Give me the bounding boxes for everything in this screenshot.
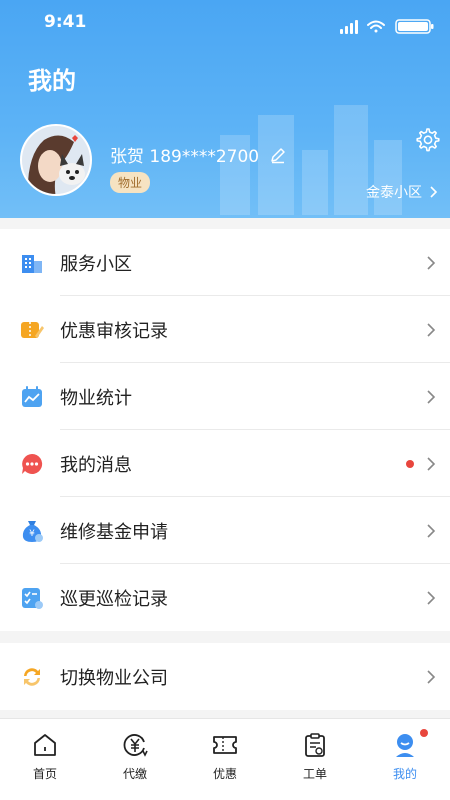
tab-home[interactable]: 首页 xyxy=(0,719,90,800)
tab-discount[interactable]: 优惠 xyxy=(180,719,270,800)
message-icon xyxy=(22,453,43,474)
unread-dot xyxy=(406,460,414,468)
tab-label: 我的 xyxy=(392,767,417,781)
tab-work-order[interactable]: 工单 xyxy=(270,719,360,800)
tab-mine[interactable]: 我的 xyxy=(360,719,450,800)
status-bar: 9:41 xyxy=(0,0,450,44)
menu-item-coupon-review[interactable]: 优惠审核记录 xyxy=(0,296,450,363)
menu-item-repair-fund[interactable]: ¥ 维修基金申请 xyxy=(0,497,450,564)
tab-label: 优惠 xyxy=(212,767,237,781)
switch-arrows-icon xyxy=(24,667,40,686)
menu-item-label: 巡更巡检记录 xyxy=(60,588,168,610)
status-time: 9:41 xyxy=(44,12,87,32)
menu-item-label: 我的消息 xyxy=(60,454,132,476)
tab-label: 工单 xyxy=(302,767,327,781)
notification-badge xyxy=(420,729,428,737)
menu-item-property-stats[interactable]: 物业统计 xyxy=(0,363,450,430)
avatar-image xyxy=(22,126,90,194)
chart-calendar-icon xyxy=(22,385,42,407)
page-title: 我的 xyxy=(28,67,76,95)
menu-item-label: 物业统计 xyxy=(60,387,132,409)
money-bag-icon: ¥ xyxy=(22,520,43,542)
chevron-right-icon xyxy=(427,323,436,337)
ticket-icon xyxy=(213,736,237,754)
settings-gear-icon[interactable] xyxy=(414,126,440,152)
switch-property-company[interactable]: 切换物业公司 xyxy=(0,643,450,710)
chevron-right-icon xyxy=(427,256,436,270)
menu-item-patrol-records[interactable]: 巡更巡检记录 xyxy=(0,564,450,631)
menu-item-service-community[interactable]: 服务小区 xyxy=(0,229,450,296)
chevron-right-icon xyxy=(427,457,436,471)
user-icon xyxy=(396,734,414,757)
switch-company-label: 切换物业公司 xyxy=(60,667,168,689)
tab-label: 代缴 xyxy=(122,767,147,781)
battery-icon xyxy=(395,19,434,34)
signal-icon xyxy=(340,20,358,34)
status-icons xyxy=(340,19,434,34)
role-badge: 物业 xyxy=(110,172,151,193)
menu-item-label: 服务小区 xyxy=(60,253,132,275)
yen-icon xyxy=(123,734,148,757)
menu-list: 服务小区 优惠审核记录 物业统计 我的消息 ¥ 维修基金申请 巡更巡检记录 xyxy=(0,229,450,631)
chevron-right-icon xyxy=(427,390,436,404)
community-name: 金泰小区 xyxy=(366,185,422,201)
profile-header: 9:41 我的 张贺 189****2700 物业 金泰小区 xyxy=(0,0,450,218)
user-name-phone: 张贺 189****2700 xyxy=(110,142,287,167)
menu-item-my-messages[interactable]: 我的消息 xyxy=(0,430,450,497)
checklist-icon xyxy=(22,587,43,609)
wifi-icon xyxy=(367,20,385,33)
chevron-right-icon xyxy=(427,524,436,538)
coupon-icon xyxy=(21,321,44,338)
community-selector[interactable]: 金泰小区 xyxy=(366,182,438,202)
chevron-right-icon xyxy=(430,186,438,198)
edit-icon[interactable] xyxy=(269,146,287,164)
tab-label: 首页 xyxy=(32,767,57,781)
home-icon xyxy=(34,734,56,756)
user-name-phone-text: 张贺 189****2700 xyxy=(110,147,260,167)
bottom-tab-bar: 首页 代缴 优惠 工单 我的 xyxy=(0,718,450,800)
menu-item-label: 优惠审核记录 xyxy=(60,320,168,342)
svg-text:¥: ¥ xyxy=(29,529,35,539)
avatar[interactable] xyxy=(20,124,92,196)
tab-payment[interactable]: 代缴 xyxy=(90,719,180,800)
menu-item-label: 维修基金申请 xyxy=(60,521,168,543)
chevron-right-icon xyxy=(427,591,436,605)
clipboard-icon xyxy=(305,733,325,757)
chevron-right-icon xyxy=(427,670,436,684)
building-icon xyxy=(22,254,42,273)
